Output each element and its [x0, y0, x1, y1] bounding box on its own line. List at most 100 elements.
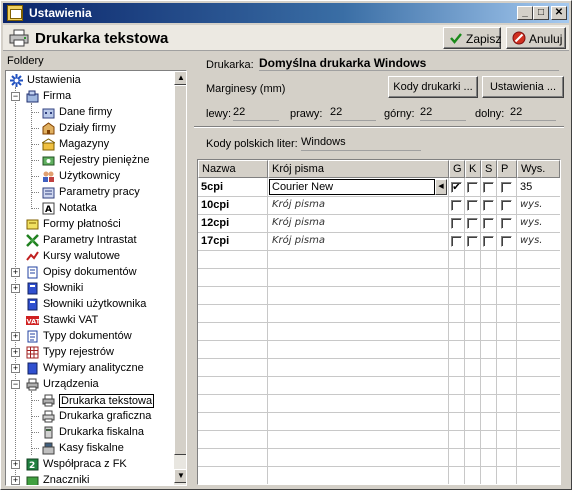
row-3-s-checkbox[interactable]	[483, 236, 494, 247]
column-header-g[interactable]: G	[449, 160, 465, 178]
collapse-firma-icon[interactable]: −	[11, 92, 20, 101]
window-title: Ustawienia	[29, 6, 92, 20]
row-0-p-checkbox[interactable]	[501, 182, 512, 193]
expand-wspolpraca-icon[interactable]: +	[11, 460, 20, 469]
row-2-k-checkbox[interactable]	[467, 218, 478, 229]
right-margin-label: prawy:	[290, 108, 323, 120]
expand-wymiary-icon[interactable]: +	[11, 364, 20, 373]
firm-icon	[26, 90, 39, 103]
expand-znaczniki-icon[interactable]: +	[11, 476, 20, 485]
fonts-grid[interactable]: Nazwa Krój pisma G K S P Wys. 5cpi Couri…	[197, 159, 561, 485]
row-1-k-checkbox[interactable]	[467, 200, 478, 211]
font-combo-dropdown-icon[interactable]: ◀	[435, 179, 447, 195]
document-types-icon	[27, 330, 38, 343]
svg-text:VAT: VAT	[27, 318, 40, 326]
users-icon	[43, 171, 54, 182]
cancel-button[interactable]: Anuluj	[506, 27, 566, 49]
column-header-height[interactable]: Wys.	[517, 160, 560, 178]
row-1-s-checkbox[interactable]	[483, 200, 494, 211]
text-printer-icon	[42, 394, 55, 407]
table-row-1-name[interactable]: 10cpi	[198, 196, 267, 214]
margins-label: Marginesy (mm)	[206, 83, 286, 95]
table-row-2-height[interactable]: wys.	[517, 214, 560, 232]
maximize-button[interactable]: □	[533, 6, 549, 20]
table-row-2-name[interactable]: 12cpi	[198, 214, 267, 232]
expand-opisy-icon[interactable]: +	[11, 268, 20, 277]
printer-codes-button[interactable]: Kody drukarki ...	[388, 76, 478, 98]
user-dictionary-icon	[27, 298, 38, 311]
close-button[interactable]: ✕	[551, 6, 567, 20]
intrastat-icon	[26, 234, 39, 247]
save-button[interactable]: Zapisz	[443, 27, 501, 49]
printer-label: Drukarka:	[206, 59, 254, 71]
page-header: Drukarka tekstowa Zapisz Anuluj	[3, 25, 569, 51]
printer-icon	[9, 29, 29, 47]
cancel-icon	[512, 31, 526, 45]
table-row-3-height[interactable]: wys.	[517, 232, 560, 250]
scroll-down-icon[interactable]: ▼	[174, 469, 186, 483]
row-0-k-checkbox[interactable]	[467, 182, 478, 193]
folder-tree[interactable]: Ustawienia − Firma Dane firmy Działy fir…	[5, 70, 187, 486]
row-3-k-checkbox[interactable]	[467, 236, 478, 247]
row-1-p-checkbox[interactable]	[501, 200, 512, 211]
table-row-3-name[interactable]: 17cpi	[198, 232, 267, 250]
devices-icon	[26, 378, 39, 391]
scroll-thumb[interactable]	[174, 85, 186, 455]
table-row-1-height[interactable]: wys.	[517, 196, 560, 214]
row-2-g-checkbox[interactable]	[451, 218, 462, 229]
settings-icon	[10, 74, 23, 87]
top-margin-field[interactable]: 22	[420, 106, 466, 121]
document-descriptions-icon	[27, 266, 38, 279]
row-0-s-checkbox[interactable]	[483, 182, 494, 193]
warehouse-icon	[42, 138, 55, 151]
row-1-g-checkbox[interactable]	[451, 200, 462, 211]
table-row-1-font[interactable]: Krój pisma	[269, 196, 447, 214]
analytics-icon	[27, 362, 38, 375]
column-header-p[interactable]: P	[497, 160, 517, 178]
title-bar[interactable]: Ustawienia _ □ ✕	[3, 3, 569, 23]
payment-icon	[26, 219, 39, 230]
polish-codes-field[interactable]: Windows	[301, 136, 421, 151]
right-margin-field[interactable]: 22	[330, 106, 376, 121]
row-2-s-checkbox[interactable]	[483, 218, 494, 229]
table-row-0-height[interactable]: 35	[517, 178, 560, 196]
column-header-font[interactable]: Krój pisma	[268, 160, 449, 178]
left-margin-field[interactable]: 22	[233, 106, 279, 121]
scroll-up-icon[interactable]: ▲	[174, 71, 186, 85]
dictionary-icon	[27, 282, 38, 295]
bottom-margin-field[interactable]: 22	[510, 106, 556, 121]
column-header-k[interactable]: K	[465, 160, 481, 178]
departments-icon	[42, 122, 55, 135]
column-header-s[interactable]: S	[481, 160, 497, 178]
table-row-0-name[interactable]: 5cpi	[198, 178, 267, 196]
row-2-p-checkbox[interactable]	[501, 218, 512, 229]
currency-icon	[26, 251, 39, 261]
minimize-button[interactable]: _	[517, 6, 533, 20]
table-row-2-font[interactable]: Krój pisma	[269, 214, 447, 232]
separator	[194, 126, 564, 128]
row-0-g-checkbox[interactable]: ✔	[451, 182, 462, 193]
collapse-urzadzenia-icon[interactable]: −	[11, 380, 20, 389]
fk-icon: 2	[26, 458, 39, 471]
folders-label: Foldery	[7, 55, 44, 67]
svg-text:2: 2	[29, 461, 35, 471]
money-register-icon	[42, 156, 55, 166]
bottom-margin-label: dolny:	[475, 108, 505, 120]
row-3-g-checkbox[interactable]	[451, 236, 462, 247]
markers-icon	[26, 476, 39, 485]
row-3-p-checkbox[interactable]	[501, 236, 512, 247]
table-row-3-font[interactable]: Krój pisma	[269, 232, 447, 250]
font-combo-input[interactable]: Courier New	[269, 179, 435, 195]
register-types-icon	[26, 346, 39, 359]
tree-scrollbar[interactable]: ▲ ▼	[174, 71, 186, 485]
svg-text:A: A	[45, 205, 52, 215]
expand-typy-rejestrow-icon[interactable]: +	[11, 348, 20, 357]
note-icon: A	[42, 202, 55, 215]
column-header-name[interactable]: Nazwa	[198, 160, 268, 178]
printer-value[interactable]: Domyślna drukarka Windows	[259, 56, 559, 71]
checkmark-icon	[450, 33, 462, 44]
app-icon	[7, 5, 23, 21]
settings-button[interactable]: Ustawienia ...	[482, 76, 564, 98]
expand-typy-dokumentow-icon[interactable]: +	[11, 332, 20, 341]
expand-slowniki-icon[interactable]: +	[11, 284, 20, 293]
